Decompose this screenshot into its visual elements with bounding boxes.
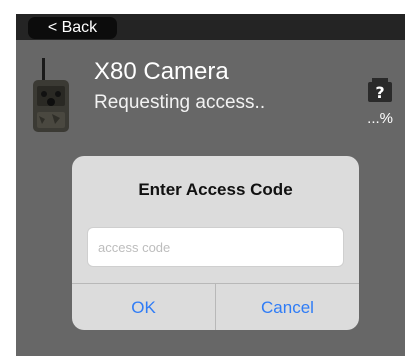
- unknown-card-icon: ?: [368, 78, 392, 102]
- access-code-dialog: Enter Access Code OK Cancel: [72, 156, 359, 330]
- access-code-input[interactable]: [87, 227, 344, 267]
- dialog-title: Enter Access Code: [138, 180, 293, 199]
- progress-percent: ...%: [367, 110, 393, 127]
- app-screen: < Back X80 Camera Requesting access.. ? …: [16, 14, 405, 356]
- device-status: Requesting access..: [94, 92, 266, 113]
- back-button[interactable]: < Back: [28, 17, 117, 39]
- cancel-button[interactable]: Cancel: [215, 284, 359, 330]
- device-name: X80 Camera: [94, 58, 229, 85]
- ok-button[interactable]: OK: [72, 284, 215, 330]
- svg-text:?: ?: [375, 83, 384, 102]
- trail-camera-icon: [33, 58, 69, 132]
- dialog-button-row: OK Cancel: [72, 283, 359, 330]
- top-bar: < Back: [16, 14, 405, 40]
